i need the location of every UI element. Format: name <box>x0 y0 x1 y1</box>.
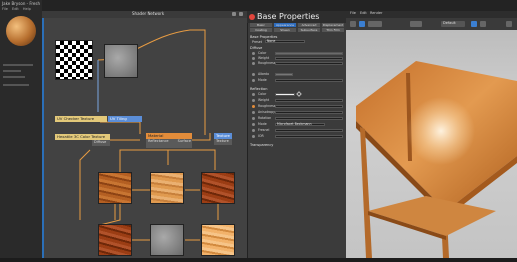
settings-icon[interactable] <box>506 21 512 27</box>
diffuse-color-field[interactable] <box>275 52 343 55</box>
properties-title: Base Properties <box>257 12 320 21</box>
diffuse-mode-label: Mode <box>258 78 267 82</box>
reflection-mode-dot[interactable] <box>252 123 255 126</box>
tab-sheen[interactable]: Sheen <box>274 28 296 32</box>
reflection-weight-slider[interactable] <box>275 99 343 102</box>
tab-advanced[interactable]: Advanced <box>298 23 320 27</box>
diffuse-albedo-dot[interactable] <box>252 73 255 76</box>
material-node-body[interactable]: Reflectance Surface <box>146 139 192 148</box>
checker-texture-preview[interactable] <box>55 40 93 80</box>
reflection-mode-value: Microfacet Beckmann <box>277 122 312 126</box>
reflection-roughness-label: Roughness <box>258 104 276 108</box>
lights-icon[interactable] <box>410 21 422 27</box>
grid-icon[interactable] <box>480 21 486 27</box>
reflection-fresnel-field[interactable] <box>275 129 343 132</box>
reflection-fresnel-dot[interactable] <box>252 129 255 132</box>
tiling-node-title[interactable]: UV Tiling <box>108 116 142 122</box>
wood-texture-preview[interactable] <box>150 172 184 204</box>
camera-icon[interactable] <box>368 21 382 27</box>
reflection-anisotropy-label: Anisotropy <box>258 110 276 114</box>
reflection-ior-dot[interactable] <box>252 135 255 138</box>
viewport-menu: File Edit Render <box>346 11 517 18</box>
reflection-color-dot[interactable] <box>252 93 255 96</box>
viewport-menu-edit[interactable]: Edit <box>360 11 367 15</box>
table-render <box>356 61 517 258</box>
reflection-roughness-dot[interactable] <box>252 105 255 108</box>
reflection-weight-label: Weight <box>258 98 270 102</box>
reflection-rotation-slider[interactable] <box>275 117 343 120</box>
diffuse-weight-dot[interactable] <box>252 57 255 60</box>
concrete-texture-preview[interactable] <box>150 224 184 256</box>
diffuse-weight-label: Weight <box>258 56 270 60</box>
reflection-rotation-label: Rotation <box>258 116 272 120</box>
camera-label: Default <box>443 21 456 25</box>
tab-basic[interactable]: Basic <box>250 23 272 27</box>
reflection-color-field[interactable] <box>275 93 295 96</box>
reflection-ior-label: IOR <box>258 134 264 138</box>
viewport-toolbar: Default <box>346 18 517 30</box>
reflection-color-label: Color <box>258 92 267 96</box>
viewport-menu-file[interactable]: File <box>350 11 356 15</box>
reflection-anisotropy-slider[interactable] <box>275 111 343 114</box>
render-icon[interactable] <box>359 21 365 27</box>
close-icon[interactable] <box>249 14 255 20</box>
properties-header: Base Properties <box>247 11 346 23</box>
reflection-section[interactable]: Reflection <box>250 87 267 91</box>
material-port-right[interactable]: Surface <box>178 139 191 143</box>
diffuse-color-label: Color <box>258 51 267 55</box>
transparency-section[interactable]: Transparency <box>250 143 273 147</box>
tab-coating[interactable]: Coating <box>250 28 272 32</box>
reflection-roughness-slider[interactable] <box>275 105 343 108</box>
view-icon[interactable] <box>471 21 477 27</box>
reflection-anisotropy-dot[interactable] <box>252 111 255 114</box>
tab-displacement[interactable]: Displacement <box>322 23 344 27</box>
wood-texture-preview[interactable] <box>98 172 132 204</box>
reflection-weight-dot[interactable] <box>252 99 255 102</box>
reflection-fresnel-label: Fresnel <box>258 128 270 132</box>
diffuse-mode-field[interactable] <box>275 79 343 82</box>
reflection-rotation-dot[interactable] <box>252 117 255 120</box>
wood-texture-preview[interactable] <box>201 172 235 204</box>
texture-output-port[interactable]: Texture <box>214 139 232 145</box>
diffuse-roughness-dot[interactable] <box>252 62 255 65</box>
wood-texture-preview[interactable] <box>201 224 235 256</box>
tab-subsurface[interactable]: Subsurface <box>298 28 320 32</box>
diffuse-albedo-label: Albedo <box>258 72 270 76</box>
diffuse-color-dot[interactable] <box>252 52 255 55</box>
preset-label: Preset <box>252 40 262 44</box>
concrete-texture-preview[interactable] <box>104 44 138 78</box>
select-icon[interactable] <box>350 21 356 27</box>
checker-node-title[interactable]: UV Checker Texture <box>55 116 107 122</box>
diffuse-mode-dot[interactable] <box>252 79 255 82</box>
hexatile-node-port[interactable]: Diffuse <box>92 140 110 146</box>
material-port-left[interactable]: Reflectance <box>148 139 169 143</box>
properties-tabs: Basic Appearance Advanced Displacement C… <box>250 23 345 33</box>
render-viewport[interactable] <box>346 11 517 258</box>
tab-thin-film[interactable]: Thin Film <box>322 28 344 32</box>
diffuse-section[interactable]: Diffuse <box>250 46 262 50</box>
reflection-mode-label: Mode <box>258 122 267 126</box>
viewport-menu-render[interactable]: Render <box>370 11 382 15</box>
wood-texture-preview[interactable] <box>98 224 132 256</box>
diffuse-albedo-field[interactable] <box>275 73 293 76</box>
tab-appearance[interactable]: Appearance <box>274 23 296 27</box>
diffuse-roughness-slider[interactable] <box>275 62 343 65</box>
diffuse-weight-slider[interactable] <box>275 57 343 60</box>
reflection-ior-slider[interactable] <box>275 135 343 138</box>
preset-value: None <box>267 39 276 43</box>
diffuse-roughness-label: Roughness <box>258 61 276 65</box>
